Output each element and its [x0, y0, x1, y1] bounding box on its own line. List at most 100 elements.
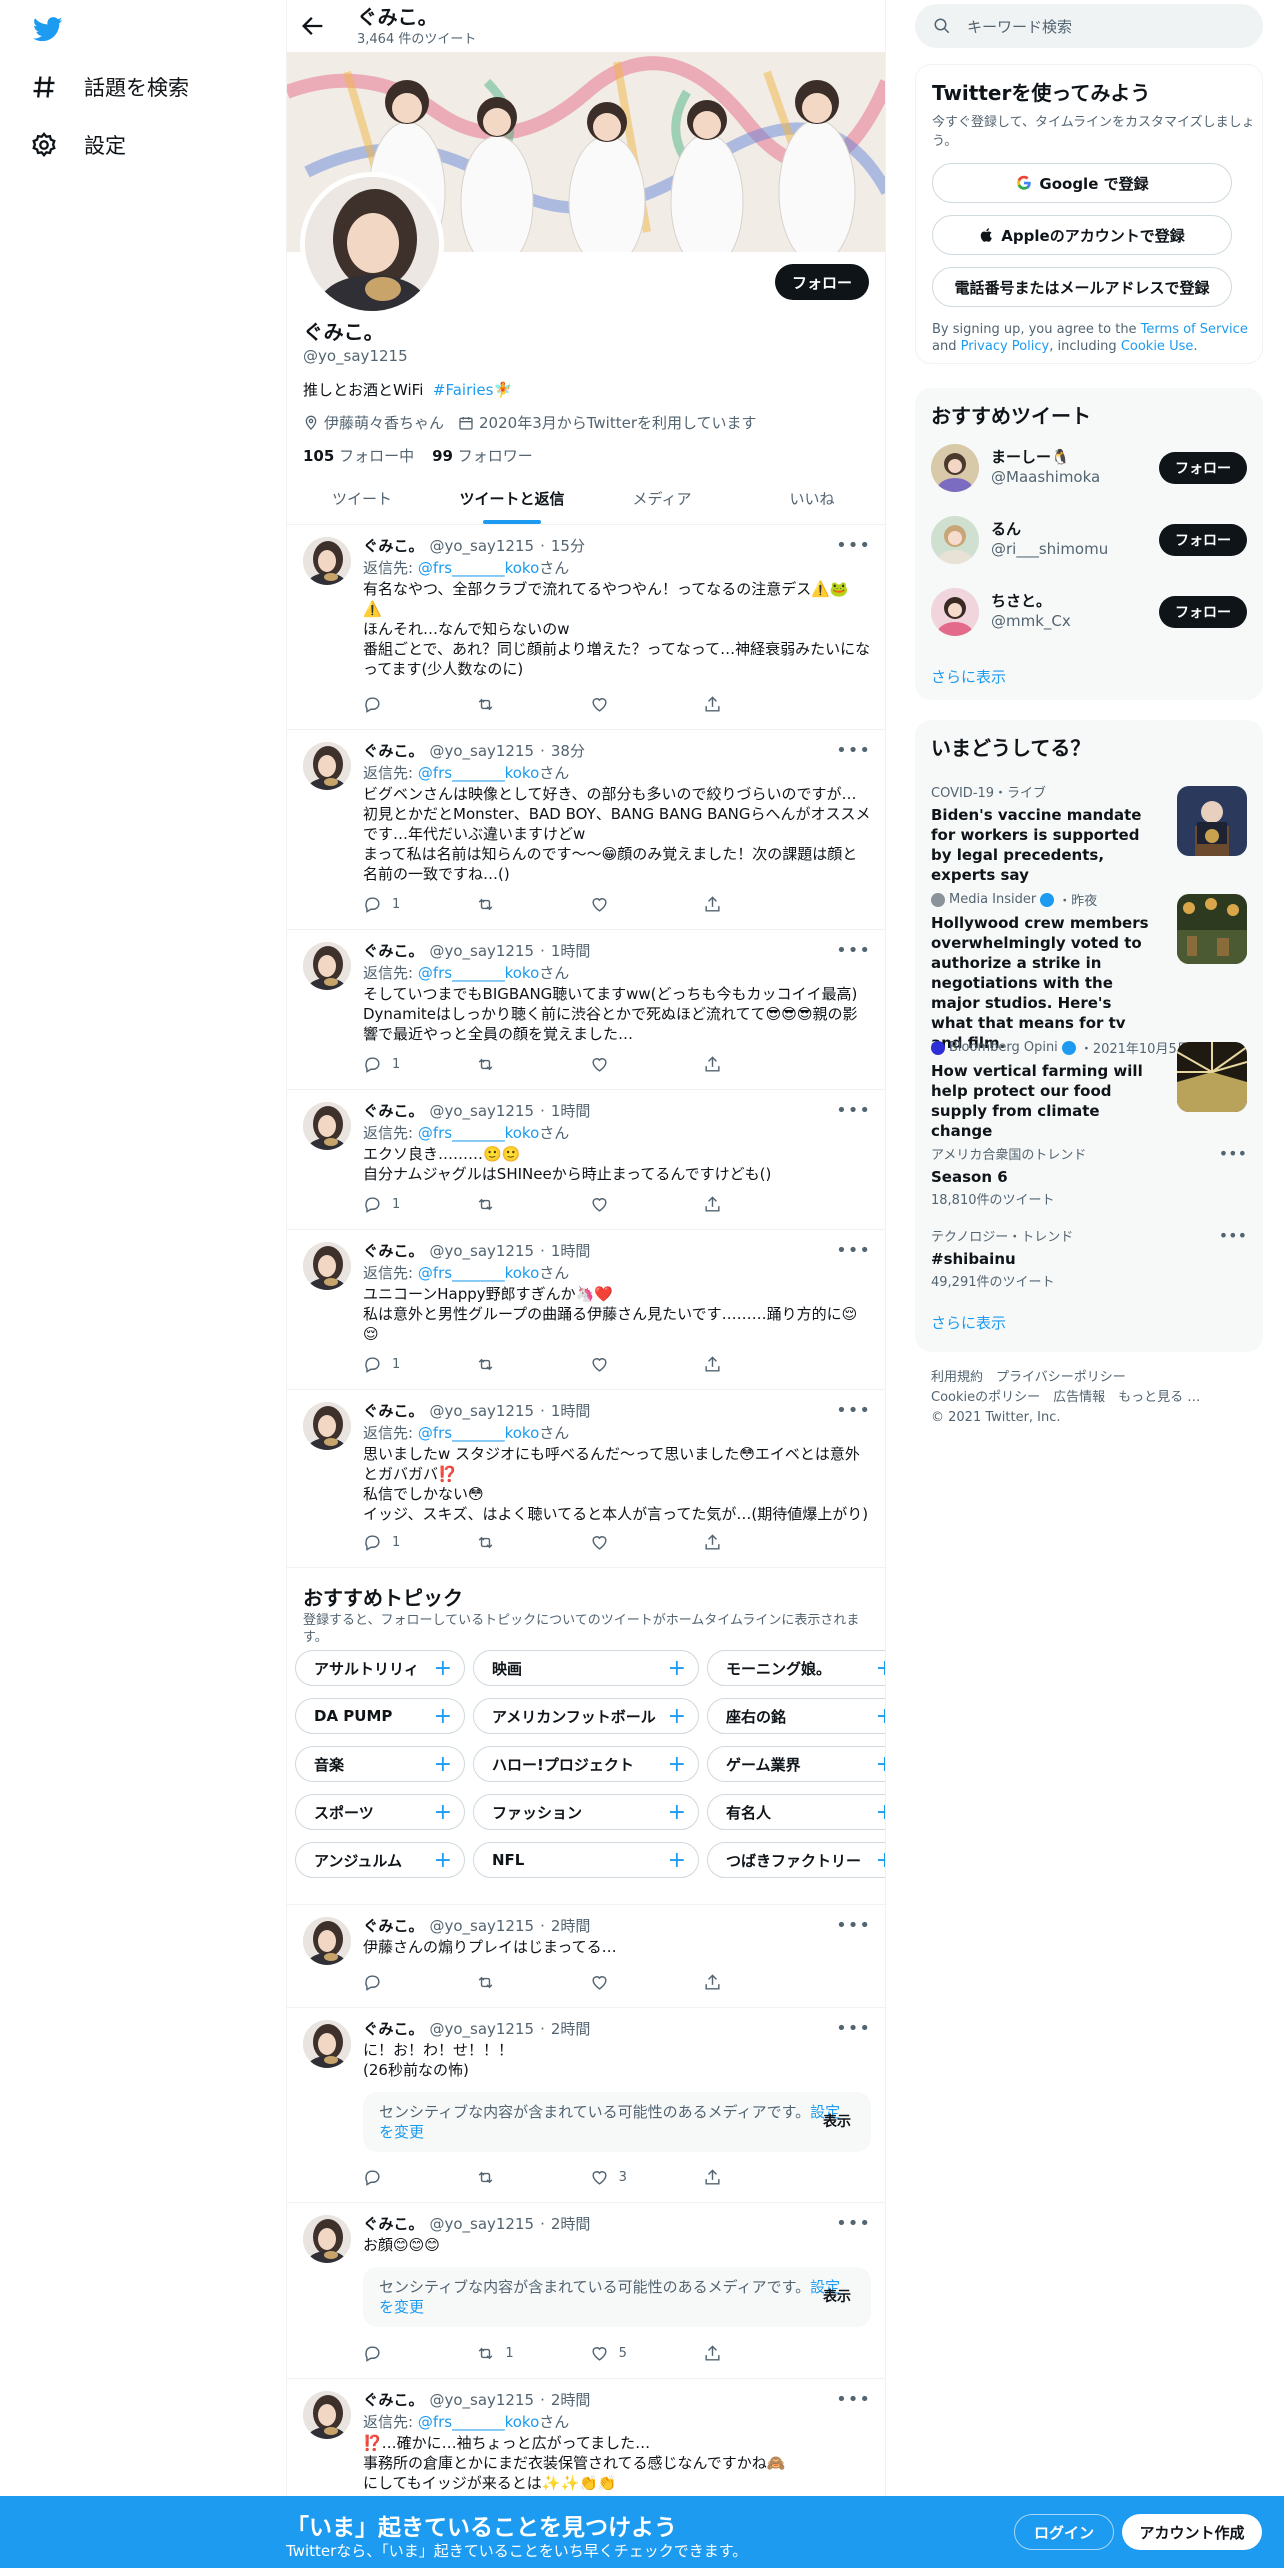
tweet-time[interactable]: 1時間 — [551, 1400, 591, 1421]
tweet-time[interactable]: 1時間 — [551, 940, 591, 961]
tweet-time[interactable]: 2時間 — [551, 2018, 591, 2039]
share-button[interactable] — [703, 1973, 793, 1992]
tweet-author-name[interactable]: ぐみこ。 — [363, 2389, 423, 2410]
follow-button[interactable]: フォロー — [1159, 524, 1247, 556]
phone-email-signup-button[interactable]: 電話番号またはメールアドレスで登録 — [932, 267, 1232, 307]
show-media-button[interactable]: 表示 — [823, 2287, 851, 2307]
topic-chip[interactable]: つばきファクトリー + — [707, 1842, 885, 1878]
tweet-author-name[interactable]: ぐみこ。 — [363, 2213, 423, 2234]
news-item[interactable]: Bloomberg Opini ・2021年10月5日 How vertical … — [931, 1038, 1247, 1141]
reply-to-link[interactable]: @frs_______koko — [418, 1124, 539, 1142]
google-signup-button[interactable]: Google で登録 — [932, 163, 1232, 203]
tweet[interactable]: ••• ぐみこ。 @yo_say1215 · 38分 返信先: @frs_______ko… — [287, 730, 885, 930]
reply-to-link[interactable]: @frs_______koko — [418, 1424, 539, 1442]
cookie-link[interactable]: Cookie Use — [1121, 339, 1194, 354]
like-button[interactable] — [590, 1195, 680, 1214]
signup-button[interactable]: アカウント作成 — [1122, 2514, 1262, 2550]
avatar[interactable] — [303, 1242, 351, 1290]
plus-icon[interactable]: + — [668, 1656, 686, 1681]
trends-more-link[interactable]: さらに表示 — [931, 1312, 1006, 1333]
like-button[interactable]: 3 — [590, 2168, 680, 2187]
plus-icon[interactable]: + — [668, 1704, 686, 1729]
profile-avatar[interactable] — [300, 172, 444, 316]
tweet-author-name[interactable]: ぐみこ。 — [363, 740, 423, 761]
search-box[interactable]: キーワード検索 — [915, 4, 1263, 48]
trend-item[interactable]: アメリカ合衆国のトレンド Season 6 18,810件のツイート ••• — [931, 1144, 1247, 1208]
login-button[interactable]: ログイン — [1014, 2514, 1114, 2550]
share-button[interactable] — [703, 2168, 793, 2187]
retweet-button[interactable] — [476, 1055, 566, 1074]
plus-icon[interactable]: + — [668, 1800, 686, 1825]
recommend-more-link[interactable]: さらに表示 — [931, 666, 1006, 687]
tweet-author-name[interactable]: ぐみこ。 — [363, 1915, 423, 1936]
tweet-author-handle[interactable]: @yo_say1215 — [429, 2215, 534, 2233]
plus-icon[interactable]: + — [434, 1704, 452, 1729]
tweet[interactable]: ••• ぐみこ。 @yo_say1215 · 2時間 伊藤さんの煽りプレイはじまってる… — [287, 1905, 885, 2008]
plus-icon[interactable]: + — [668, 1848, 686, 1873]
reply-to-link[interactable]: @frs_______koko — [418, 964, 539, 982]
retweet-button[interactable]: 1 — [476, 2344, 566, 2363]
tweet[interactable]: ••• ぐみこ。 @yo_say1215 · 1時間 返信先: @frs_______ko… — [287, 1230, 885, 1390]
share-button[interactable] — [703, 695, 793, 714]
retweet-button[interactable] — [476, 695, 566, 714]
plus-icon[interactable]: + — [668, 1752, 686, 1777]
recommended-user[interactable]: るん @ri___shimomu フォロー — [931, 512, 1247, 572]
tab-tweets-and-replies[interactable]: ツイートと返信 — [437, 472, 587, 524]
plus-icon[interactable]: + — [434, 1848, 452, 1873]
topic-chip[interactable]: ゲーム業界 + — [707, 1746, 885, 1782]
tweet-author-name[interactable]: ぐみこ。 — [363, 940, 423, 961]
tweet[interactable]: ••• ぐみこ。 @yo_say1215 · 1時間 返信先: @frs_______ko… — [287, 1390, 885, 1568]
tweet-author-handle[interactable]: @yo_say1215 — [429, 1917, 534, 1935]
plus-icon[interactable]: + — [876, 1848, 885, 1873]
topic-chip[interactable]: ハロー!プロジェクト + — [473, 1746, 699, 1782]
nav-settings[interactable]: 設定 — [30, 130, 126, 160]
avatar[interactable] — [303, 942, 351, 990]
tweet-author-handle[interactable]: @yo_say1215 — [429, 1102, 534, 1120]
tweet-time[interactable]: 2時間 — [551, 1915, 591, 1936]
reply-to-link[interactable]: @frs_______koko — [418, 764, 539, 782]
reply-button[interactable]: 1 — [363, 1195, 453, 1214]
topic-chip[interactable]: アンジュルム + — [295, 1842, 465, 1878]
retweet-button[interactable] — [476, 2168, 566, 2187]
avatar[interactable] — [303, 2020, 351, 2068]
tweet-time[interactable]: 2時間 — [551, 2389, 591, 2410]
reply-button[interactable] — [363, 2168, 453, 2187]
nav-explore[interactable]: 話題を検索 — [30, 72, 189, 102]
reply-button[interactable]: 1 — [363, 1355, 453, 1374]
tab-tweets[interactable]: ツイート — [287, 472, 437, 524]
tweet-author-handle[interactable]: @yo_say1215 — [429, 1242, 534, 1260]
topic-chip[interactable]: アメリカンフットボール + — [473, 1698, 699, 1734]
like-button[interactable] — [590, 1055, 680, 1074]
share-button[interactable] — [703, 1195, 793, 1214]
privacy-link[interactable]: Privacy Policy — [961, 339, 1050, 354]
tweet[interactable]: ••• ぐみこ。 @yo_say1215 · 2時間 に！お！わ！せ！！！ (26秒前なの… — [287, 2008, 885, 2203]
reply-button[interactable] — [363, 1973, 453, 1992]
tweet-time[interactable]: 15分 — [551, 535, 585, 556]
plus-icon[interactable]: + — [434, 1800, 452, 1825]
apple-signup-button[interactable]: Appleのアカウントで登録 — [932, 215, 1232, 255]
topic-chip[interactable]: ファッション + — [473, 1794, 699, 1830]
avatar[interactable] — [303, 1917, 351, 1965]
tweet[interactable]: ••• ぐみこ。 @yo_say1215 · 1時間 返信先: @frs_______ko… — [287, 1090, 885, 1230]
following-link[interactable]: 105 フォロー中 — [303, 445, 414, 466]
tweet-time[interactable]: 38分 — [551, 740, 585, 761]
follow-button[interactable]: フォロー — [774, 264, 869, 300]
avatar[interactable] — [303, 2215, 351, 2263]
topic-chip[interactable]: スポーツ + — [295, 1794, 465, 1830]
tweet-author-handle[interactable]: @yo_say1215 — [429, 942, 534, 960]
plus-icon[interactable]: + — [876, 1800, 885, 1825]
twitter-logo-icon[interactable] — [30, 14, 66, 44]
topic-chip[interactable]: NFL + — [473, 1842, 699, 1878]
tweet-author-handle[interactable]: @yo_say1215 — [429, 2391, 534, 2409]
reply-to-link[interactable]: @frs_______koko — [418, 2413, 539, 2431]
avatar[interactable] — [303, 1402, 351, 1450]
like-button[interactable] — [590, 1973, 680, 1992]
share-button[interactable] — [703, 1533, 793, 1552]
tweet[interactable]: ••• ぐみこ。 @yo_say1215 · 2時間 お顔😊😊😊 センシティブな内容が含まれ… — [287, 2203, 885, 2379]
plus-icon[interactable]: + — [876, 1704, 885, 1729]
tweet-time[interactable]: 1時間 — [551, 1240, 591, 1261]
tab-likes[interactable]: いいね — [737, 472, 885, 524]
share-button[interactable] — [703, 2344, 793, 2363]
terms-link[interactable]: Terms of Service — [1141, 322, 1248, 337]
tweet-time[interactable]: 2時間 — [551, 2213, 591, 2234]
